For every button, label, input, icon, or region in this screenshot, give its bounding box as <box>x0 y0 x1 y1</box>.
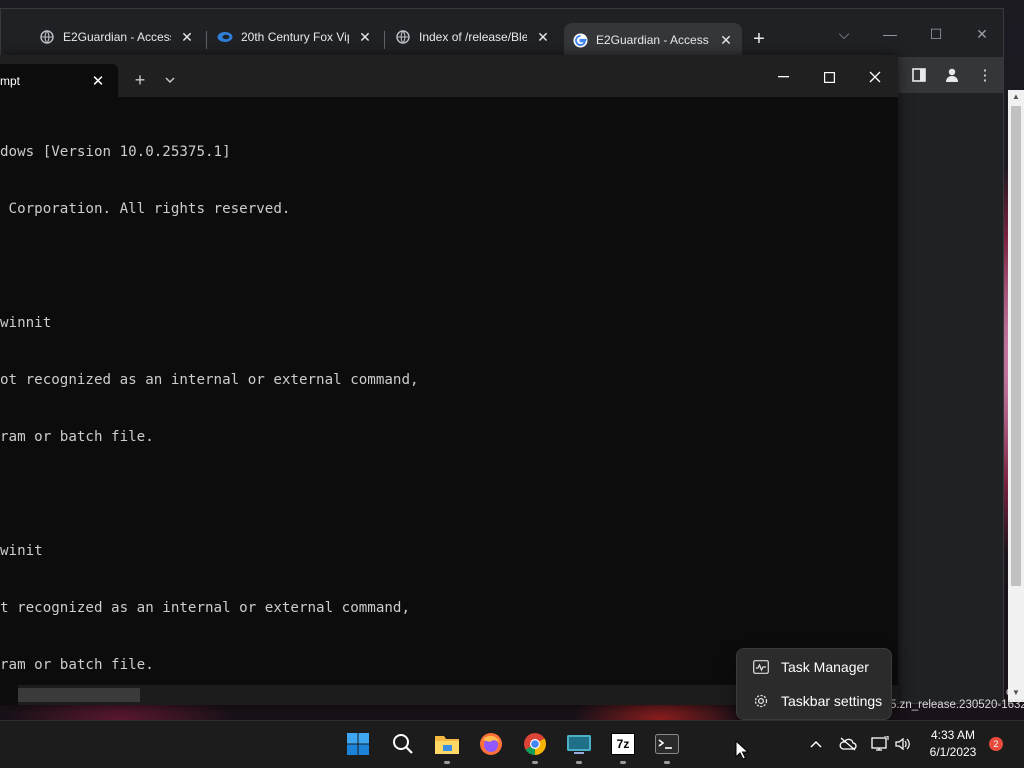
profile-icon[interactable] <box>940 63 964 87</box>
new-tab-button[interactable]: + <box>747 27 771 51</box>
terminal-line: ram or batch file. <box>0 429 154 445</box>
terminal-window: mpt ✕ + dows [Version 10.0.25375.1] Corp… <box>0 55 898 705</box>
terminal-new-tab-button[interactable]: + <box>130 68 150 92</box>
terminal-output[interactable]: dows [Version 10.0.25375.1] Corporation.… <box>0 103 898 685</box>
mouse-cursor-icon <box>735 740 749 760</box>
terminal-icon <box>655 734 679 754</box>
start-button[interactable] <box>344 730 372 758</box>
file-explorer-button[interactable] <box>433 730 461 764</box>
running-indicator <box>664 761 670 764</box>
page-scrollbar[interactable]: ▲ ▼ <box>1008 90 1024 702</box>
minimize-icon[interactable]: — <box>875 19 905 49</box>
chevron-up-icon[interactable] <box>806 733 826 755</box>
close-window-icon[interactable] <box>852 61 898 93</box>
windows-logo-icon <box>347 733 369 755</box>
cloud-offline-icon[interactable] <box>838 733 858 755</box>
search-icon <box>393 734 413 754</box>
menu-item-task-manager[interactable]: Task Manager <box>741 651 887 683</box>
terminal-line: ot recognized as an internal or external… <box>0 372 419 388</box>
chrome-icon <box>524 733 546 755</box>
close-tab-icon[interactable]: ✕ <box>718 32 734 49</box>
scroll-down-icon[interactable]: ▼ <box>1008 686 1024 700</box>
terminal-line: Corporation. All rights reserved. <box>0 201 291 217</box>
more-menu-icon[interactable]: ⋮ <box>973 63 997 87</box>
notification-badge[interactable]: 2 <box>989 737 1003 751</box>
terminal-line: dows [Version 10.0.25375.1] <box>0 144 231 160</box>
maximize-icon[interactable] <box>806 61 852 93</box>
volume-icon[interactable] <box>893 733 913 755</box>
close-tab-icon[interactable]: ✕ <box>357 29 373 46</box>
chrome-button[interactable] <box>521 730 549 764</box>
remote-desktop-icon <box>567 735 591 754</box>
menu-item-label: Task Manager <box>781 659 869 675</box>
terminal-line: winit <box>0 543 43 559</box>
clock-time: 4:33 AM <box>930 728 976 742</box>
task-manager-icon <box>741 660 781 674</box>
chrome-tab-1[interactable]: E2Guardian - Access Denied ✕ <box>31 23 203 51</box>
running-indicator <box>444 761 450 764</box>
scrollbar-thumb[interactable] <box>18 688 140 702</box>
tab-separator <box>206 31 207 49</box>
chrome-tab-title: 20th Century Fox Viper <box>241 30 349 44</box>
build-watermark: 5.zn_release.230520-1632 <box>890 699 1024 711</box>
minimize-icon[interactable] <box>760 61 806 93</box>
close-tab-icon[interactable]: ✕ <box>88 72 108 90</box>
remote-app-button[interactable] <box>565 730 593 764</box>
menu-item-taskbar-settings[interactable]: Taskbar settings <box>741 685 887 717</box>
globe-icon <box>395 29 411 45</box>
chrome-tab-title: E2Guardian - Access Denied <box>63 30 171 44</box>
taskbar: 7z 4:33 AM 6/1/2023 2 <box>0 720 1024 768</box>
terminal-tab[interactable]: mpt ✕ <box>0 64 118 97</box>
chrome-tab-title: Index of /release/Blender <box>419 30 527 44</box>
chrome-page-content <box>899 93 989 703</box>
chevron-down-icon[interactable]: ⌵ <box>829 19 859 49</box>
clock[interactable]: 4:33 AM 6/1/2023 <box>922 727 984 761</box>
chrome-tab-4-active[interactable]: E2Guardian - Access Denied ✕ <box>564 23 742 57</box>
taskbar-context-menu: Task Manager Taskbar settings <box>736 648 892 720</box>
terminal-line: winnit <box>0 315 52 331</box>
terminal-button[interactable] <box>653 730 681 764</box>
running-indicator <box>532 761 538 764</box>
tab-separator <box>384 31 385 49</box>
menu-item-label: Taskbar settings <box>781 693 883 709</box>
running-indicator <box>576 761 582 764</box>
scrollbar-thumb[interactable] <box>1011 106 1021 586</box>
folder-icon <box>435 736 459 754</box>
firefox-button[interactable] <box>477 730 505 758</box>
chevron-down-icon[interactable] <box>160 68 180 92</box>
globe-icon <box>39 29 55 45</box>
scroll-up-icon[interactable]: ▲ <box>1008 90 1024 104</box>
network-icon[interactable] <box>870 733 890 755</box>
firefox-icon <box>480 733 502 755</box>
chrome-tab-3[interactable]: Index of /release/Blender ✕ <box>387 23 559 51</box>
chrome-tabstrip: E2Guardian - Access Denied ✕ 20th Centur… <box>1 9 1003 57</box>
7zip-button[interactable]: 7z <box>609 730 637 764</box>
chrome-tab-title: E2Guardian - Access Denied <box>596 33 710 47</box>
google-icon <box>572 32 588 48</box>
gear-icon <box>741 693 781 709</box>
side-panel-icon[interactable] <box>907 63 931 87</box>
close-tab-icon[interactable]: ✕ <box>179 29 195 46</box>
terminal-titlebar: mpt ✕ + <box>0 55 898 97</box>
chrome-tab-2[interactable]: 20th Century Fox Viper ✕ <box>209 23 381 51</box>
terminal-tab-title: mpt <box>0 73 21 88</box>
close-tab-icon[interactable]: ✕ <box>535 29 551 46</box>
clock-date: 6/1/2023 <box>929 745 977 759</box>
terminal-line: t recognized as an internal or external … <box>0 600 410 616</box>
search-button[interactable] <box>389 730 417 758</box>
running-indicator <box>620 761 626 764</box>
edge-like-icon <box>217 29 233 45</box>
7zip-icon: 7z <box>611 733 635 755</box>
maximize-icon[interactable]: ☐ <box>921 19 951 49</box>
close-window-icon[interactable]: ✕ <box>967 19 997 49</box>
